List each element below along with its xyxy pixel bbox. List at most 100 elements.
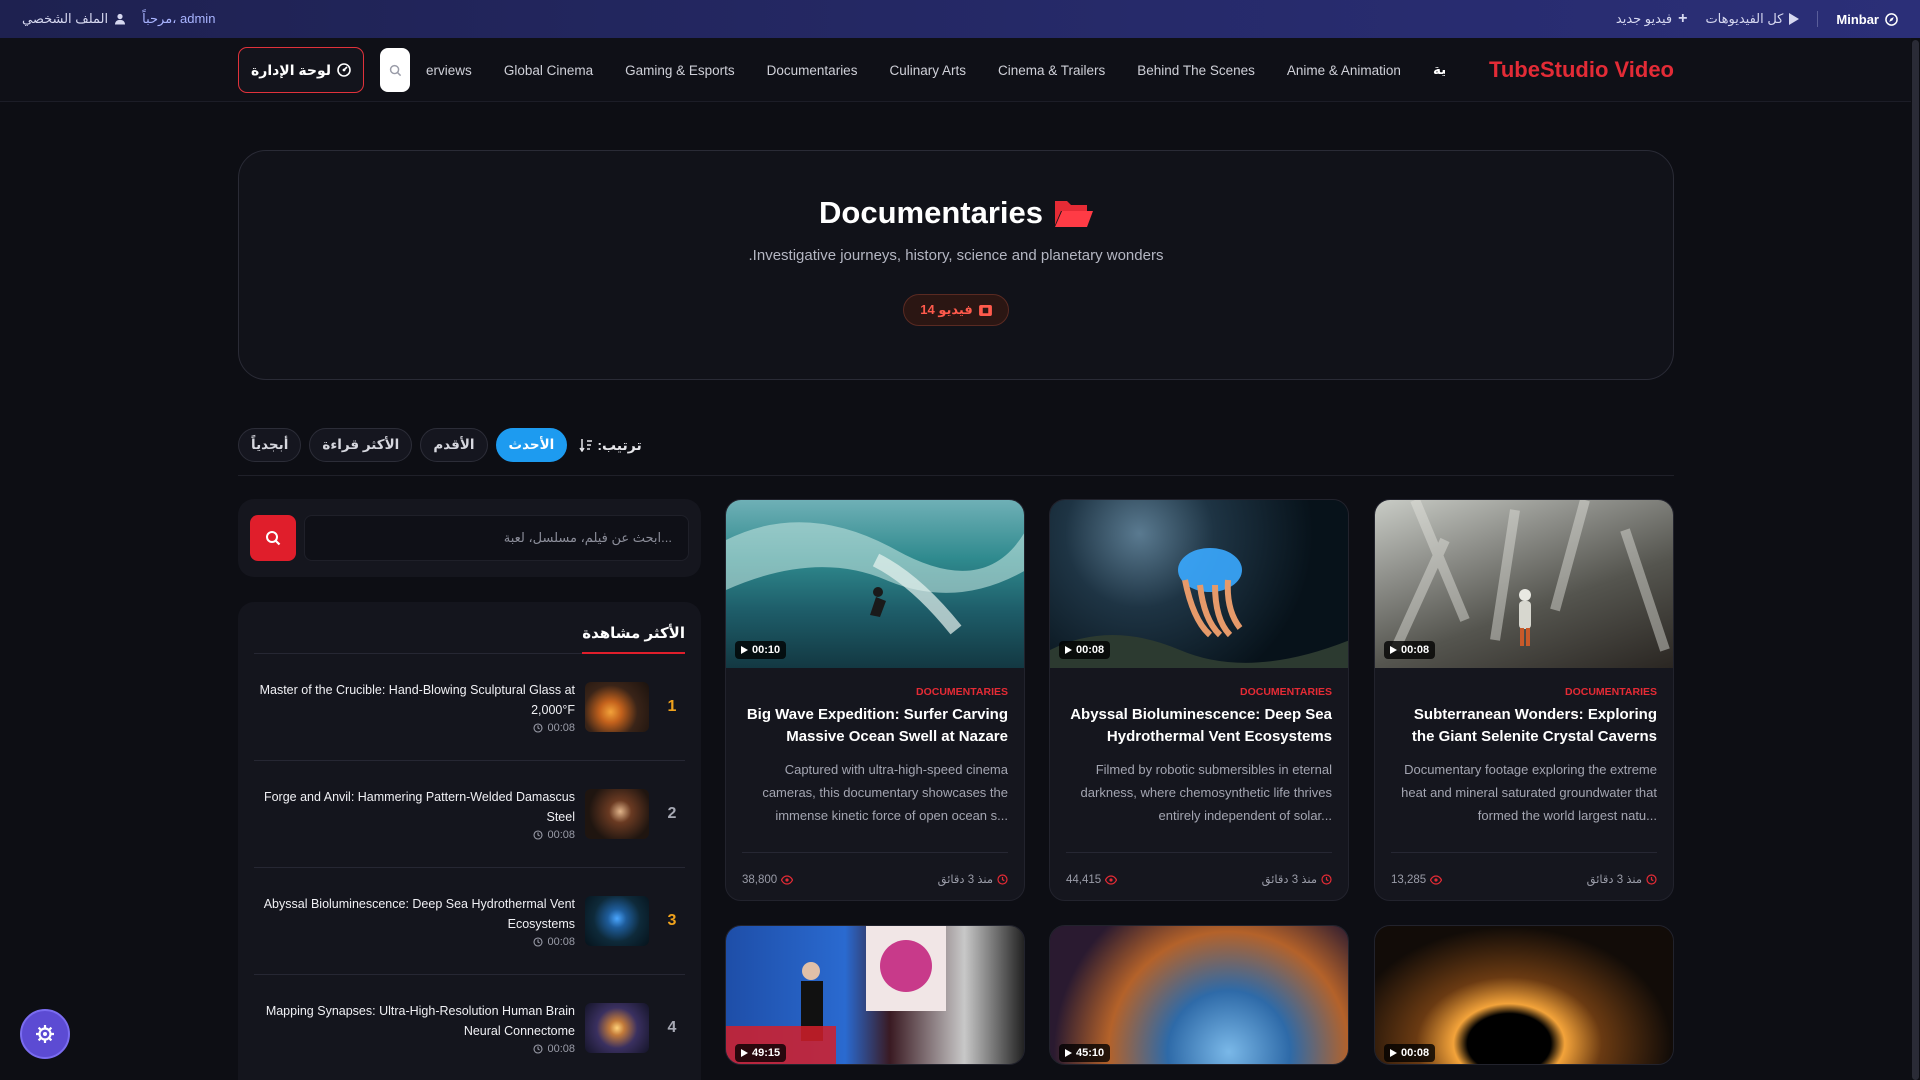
search-submit-button[interactable] (250, 515, 296, 561)
profile-label: الملف الشخصي (22, 11, 109, 26)
nav-link-documentaries[interactable]: Documentaries (767, 63, 858, 78)
video-title[interactable]: Big Wave Expedition: Surfer Carving Mass… (742, 704, 1008, 748)
video-thumbnail[interactable]: 45:10 (1050, 926, 1348, 1064)
play-icon (1390, 646, 1397, 654)
duration-badge: 00:10 (735, 641, 787, 659)
nav-link-gaming-esports[interactable]: Gaming & Esports (625, 63, 735, 78)
video-thumbnail[interactable]: 00:10 (726, 500, 1024, 668)
sort-newest[interactable]: الأحدث (495, 428, 568, 462)
list-item-title: Forge and Anvil: Hammering Pattern-Welde… (263, 790, 575, 824)
folder-open-icon (1054, 201, 1093, 227)
list-item-title: Abyssal Bioluminescence: Deep Sea Hydrot… (263, 897, 575, 931)
video-thumbnail[interactable]: 49:15 (726, 926, 1024, 1064)
list-item-duration: 00:08 (547, 829, 575, 841)
video-count-badge: 14 فيديو (903, 294, 1009, 326)
scrollbar-thumb[interactable] (1912, 40, 1919, 1080)
list-item[interactable]: Forge and Anvil: Hammering Pattern-Welde… (254, 761, 685, 868)
main-nav: لوحة الإدارة الرئيسية Anime & Animation … (0, 38, 1920, 102)
view-count: 38,800 (742, 874, 794, 886)
all-videos-link[interactable]: كل الفيديوهات (1705, 11, 1800, 27)
category-description: .Investigative journeys, history, scienc… (748, 247, 1164, 264)
nav-search-button[interactable] (380, 48, 411, 92)
view-count-text: 38,800 (742, 874, 778, 886)
video-category[interactable]: DOCUMENTARIES (1391, 686, 1657, 698)
video-card[interactable]: 00:08 (1374, 925, 1674, 1065)
video-thumbnail[interactable]: 00:08 (1050, 500, 1348, 668)
most-viewed-heading: الأكثر مشاهدة (582, 624, 685, 654)
nav-link-global-cinema[interactable]: Global Cinema (504, 63, 593, 78)
video-thumbnail[interactable]: 00:08 (1375, 926, 1673, 1064)
dashboard-icon (337, 63, 351, 77)
search-icon (389, 64, 401, 76)
search-icon (266, 531, 281, 546)
new-video-link[interactable]: فيديو جديد + (1616, 10, 1688, 28)
sort-alphabetical[interactable]: أبجدياً (238, 428, 302, 462)
video-category[interactable]: DOCUMENTARIES (1066, 686, 1332, 698)
profile-link[interactable]: الملف الشخصي (22, 11, 126, 27)
search-input[interactable]: ابحث عن فيلم، مسلسل، لعبة... (304, 515, 689, 561)
upload-time-text: منذ 3 دقائق (1586, 874, 1642, 886)
play-icon (1065, 1049, 1072, 1057)
gear-icon (36, 1025, 54, 1043)
clock-icon (997, 873, 1008, 885)
duration-text: 00:08 (1076, 644, 1105, 656)
category-hero: Documentaries .Investigative journeys, h… (238, 150, 1674, 380)
video-category[interactable]: DOCUMENTARIES (742, 686, 1008, 698)
sort-most-read[interactable]: الأكثر قراءة (309, 428, 413, 462)
settings-button[interactable] (20, 1009, 70, 1059)
category-links: الرئيسية Anime & Animation Behind The Sc… (426, 62, 1445, 78)
welcome-text: مرحباً، admin (142, 11, 216, 26)
nav-link-home[interactable]: الرئيسية (1433, 62, 1445, 78)
compass-icon (1885, 12, 1898, 26)
sort-label-text: ترتيب: (597, 436, 642, 453)
view-count-text: 44,415 (1066, 874, 1102, 886)
duration-text: 00:08 (1401, 1047, 1430, 1059)
upload-time-text: منذ 3 دقائق (1261, 874, 1317, 886)
nav-link-interviews[interactable]: erviews (426, 63, 472, 78)
list-item-thumbnail (585, 896, 649, 946)
nav-link-anime[interactable]: Anime & Animation (1287, 63, 1401, 78)
list-item[interactable]: Master of the Crucible: Hand-Blowing Scu… (254, 654, 685, 761)
list-item-duration: 00:08 (547, 722, 575, 734)
video-card[interactable]: 00:08 DOCUMENTARIES Abyssal Bioluminesce… (1049, 499, 1349, 901)
list-item-rank: 2 (667, 805, 677, 822)
video-card[interactable]: 49:15 (725, 925, 1025, 1065)
list-item[interactable]: Mapping Synapses: Ultra-High-Resolution … (254, 975, 685, 1080)
site-logo[interactable]: TubeStudio Video (1489, 57, 1674, 83)
video-card[interactable]: 00:08 DOCUMENTARIES Subterranean Wonders… (1374, 499, 1674, 901)
video-thumbnail[interactable]: 00:08 (1375, 500, 1673, 668)
nav-link-behind-the-scenes[interactable]: Behind The Scenes (1137, 63, 1255, 78)
nav-link-cinema-trailers[interactable]: Cinema & Trailers (998, 63, 1105, 78)
plus-icon: + (1678, 10, 1688, 27)
film-icon (978, 304, 992, 316)
sort-oldest[interactable]: الأقدم (420, 428, 488, 462)
upload-time: منذ 3 دقائق (1587, 872, 1657, 886)
duration-badge: 45:10 (1059, 1044, 1111, 1062)
sidebar-search: ابحث عن فيلم، مسلسل، لعبة... (238, 499, 701, 577)
play-icon (1390, 1049, 1397, 1057)
play-icon (741, 646, 748, 654)
video-title[interactable]: Subterranean Wonders: Exploring the Gian… (1391, 704, 1657, 748)
admin-panel-button[interactable]: لوحة الإدارة (238, 47, 365, 93)
list-item-rank: 4 (667, 1019, 677, 1036)
list-item[interactable]: Abyssal Bioluminescence: Deep Sea Hydrot… (254, 868, 685, 975)
video-title[interactable]: Abyssal Bioluminescence: Deep Sea Hydrot… (1066, 704, 1332, 748)
clock-icon (1646, 873, 1657, 885)
new-video-label: فيديو جديد (1615, 11, 1673, 26)
list-item-rank: 1 (667, 698, 677, 715)
upload-time-text: منذ 3 دقائق (937, 874, 993, 886)
eye-icon (781, 875, 794, 885)
sort-bar: ترتيب: الأحدث الأقدم الأكثر قراءة أبجديا… (238, 428, 1674, 476)
video-card[interactable]: 00:10 DOCUMENTARIES Big Wave Expedition:… (725, 499, 1025, 901)
user-icon (115, 13, 126, 25)
duration-text: 45:10 (1076, 1047, 1105, 1059)
video-card[interactable]: 45:10 (1049, 925, 1349, 1065)
upload-time: منذ 3 دقائق (938, 872, 1008, 886)
brand-link[interactable]: Minbar (1836, 12, 1898, 27)
view-count: 44,415 (1066, 874, 1118, 886)
video-count-label: 14 فيديو (920, 302, 973, 317)
play-icon (1065, 646, 1072, 654)
list-item-duration: 00:08 (547, 936, 575, 948)
list-item-thumbnail (585, 682, 649, 732)
nav-link-culinary-arts[interactable]: Culinary Arts (889, 63, 966, 78)
